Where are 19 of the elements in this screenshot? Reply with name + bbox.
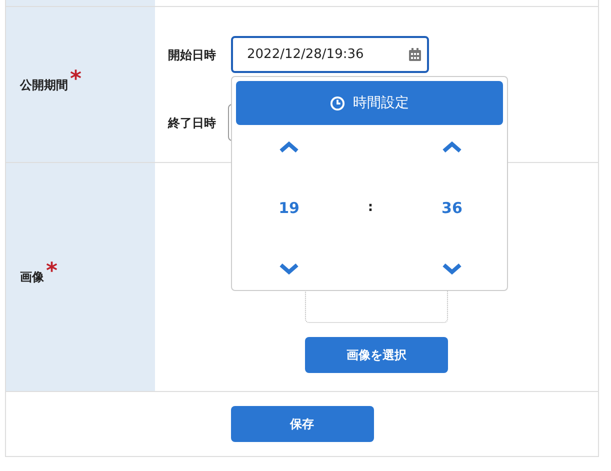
clock-icon <box>330 96 345 110</box>
chevron-up-icon[interactable] <box>442 141 462 153</box>
chevron-down-icon[interactable] <box>442 263 462 275</box>
calendar-icon <box>409 48 421 61</box>
field-label: 開始日時 <box>168 46 217 64</box>
chevron-up-icon[interactable] <box>279 141 299 153</box>
chevron-down-icon[interactable] <box>279 263 299 275</box>
required-mark: * <box>70 68 82 90</box>
time-separator: : <box>368 199 374 218</box>
field-label: 終了日時 <box>168 114 217 132</box>
hour-value: 19 <box>278 198 300 219</box>
field-label: 画像 <box>20 269 44 286</box>
field-label: 公開期間 <box>20 76 68 94</box>
select-image-button[interactable]: 画像を選択 <box>305 337 448 373</box>
save-button[interactable]: 保存 <box>230 406 374 442</box>
time-setting-button[interactable]: 時間設定 <box>236 81 503 125</box>
required-mark: * <box>46 261 58 283</box>
date-field[interactable]: 2022/12/28/19:36 <box>231 36 429 73</box>
minute-value: 36 <box>442 198 462 219</box>
